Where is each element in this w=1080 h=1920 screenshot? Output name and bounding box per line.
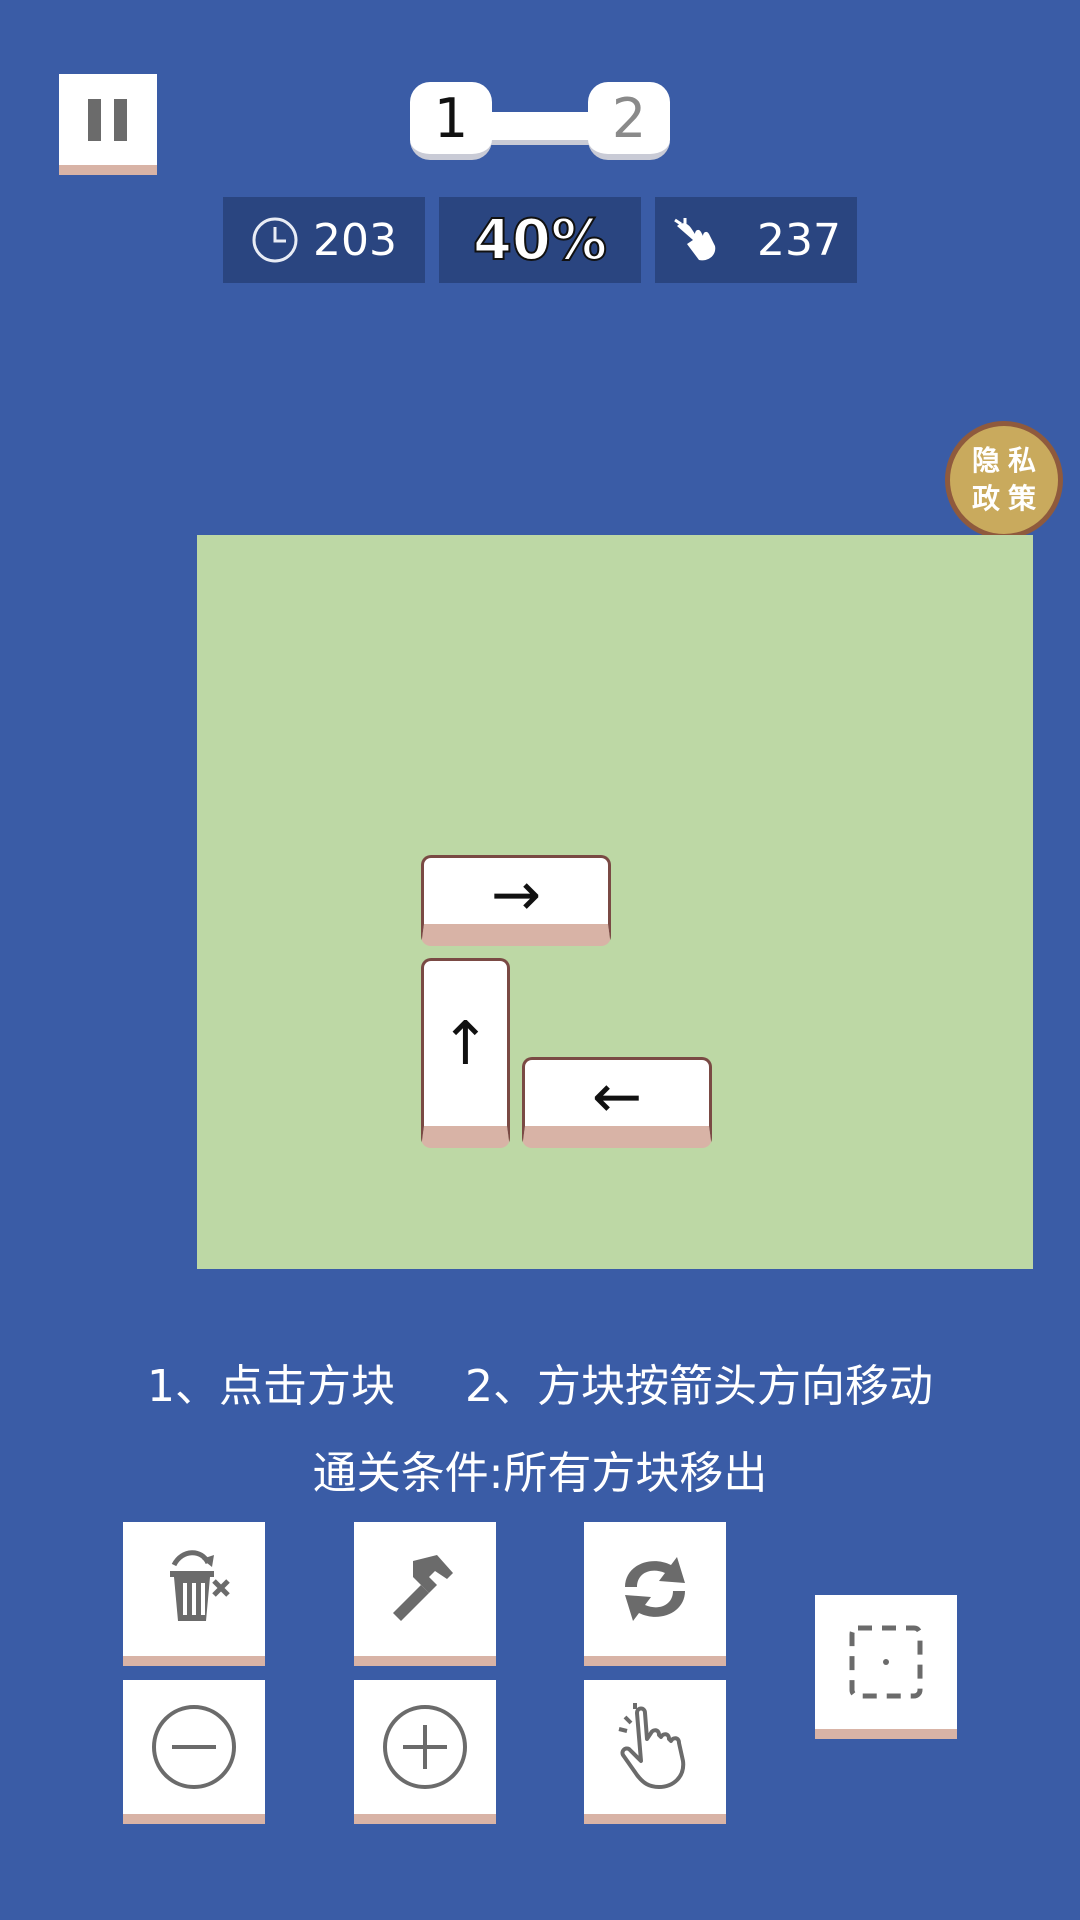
trash-button[interactable] bbox=[123, 1522, 265, 1666]
clock-icon bbox=[252, 217, 298, 263]
block-arrow-up[interactable]: ↑ bbox=[421, 958, 510, 1148]
refresh-button[interactable] bbox=[584, 1522, 726, 1666]
tap-hand-icon bbox=[674, 218, 716, 261]
pause-icon bbox=[88, 98, 127, 141]
focus-frame-icon bbox=[849, 1625, 923, 1699]
progress-value: 40% bbox=[472, 207, 608, 274]
instruction-step-2: 2、方块按箭头方向移动 bbox=[465, 1361, 933, 1412]
game-board: → ↑ ← bbox=[197, 535, 1033, 1269]
instructions-line-1: 1、点击方块 2、方块按箭头方向移动 bbox=[0, 1350, 1080, 1414]
arrow-left-icon: ← bbox=[591, 1062, 643, 1132]
instructions-goal: 通关条件:所有方块移出 bbox=[312, 1448, 768, 1499]
trash-icon bbox=[170, 1550, 230, 1621]
hand-pointer-icon bbox=[618, 1703, 686, 1789]
timer-value: 203 bbox=[313, 214, 397, 266]
moves-value: 237 bbox=[757, 214, 841, 266]
level-progress-bar bbox=[480, 112, 600, 145]
zoom-in-button[interactable] bbox=[354, 1680, 496, 1824]
zoom-out-button[interactable] bbox=[123, 1680, 265, 1824]
current-level: 1 bbox=[410, 82, 492, 160]
pause-button[interactable] bbox=[59, 74, 157, 175]
timer-box: 203 bbox=[223, 197, 425, 283]
privacy-line-1: 隐私 bbox=[971, 444, 1044, 477]
moves-box: 237 bbox=[655, 197, 857, 283]
plus-icon bbox=[383, 1705, 467, 1789]
hand-button[interactable] bbox=[584, 1680, 726, 1824]
block-arrow-left[interactable]: ← bbox=[522, 1057, 712, 1148]
next-level: 2 bbox=[588, 82, 670, 160]
arrow-up-icon: ↑ bbox=[440, 1008, 491, 1079]
hammer-icon bbox=[393, 1555, 453, 1621]
progress-box: 40% bbox=[439, 197, 641, 283]
hammer-button[interactable] bbox=[354, 1522, 496, 1666]
privacy-line-2: 政策 bbox=[971, 482, 1044, 515]
privacy-policy-button[interactable]: 隐私 政策 bbox=[945, 421, 1063, 539]
level-indicator: 1 2 bbox=[410, 82, 670, 166]
minus-icon bbox=[152, 1705, 236, 1789]
instruction-step-1: 1、点击方块 bbox=[147, 1361, 395, 1412]
refresh-icon bbox=[625, 1557, 685, 1621]
privacy-policy-label: 隐私 政策 bbox=[968, 442, 1048, 518]
focus-button[interactable] bbox=[815, 1595, 957, 1739]
arrow-right-icon: → bbox=[490, 860, 542, 930]
block-arrow-right[interactable]: → bbox=[421, 855, 611, 946]
